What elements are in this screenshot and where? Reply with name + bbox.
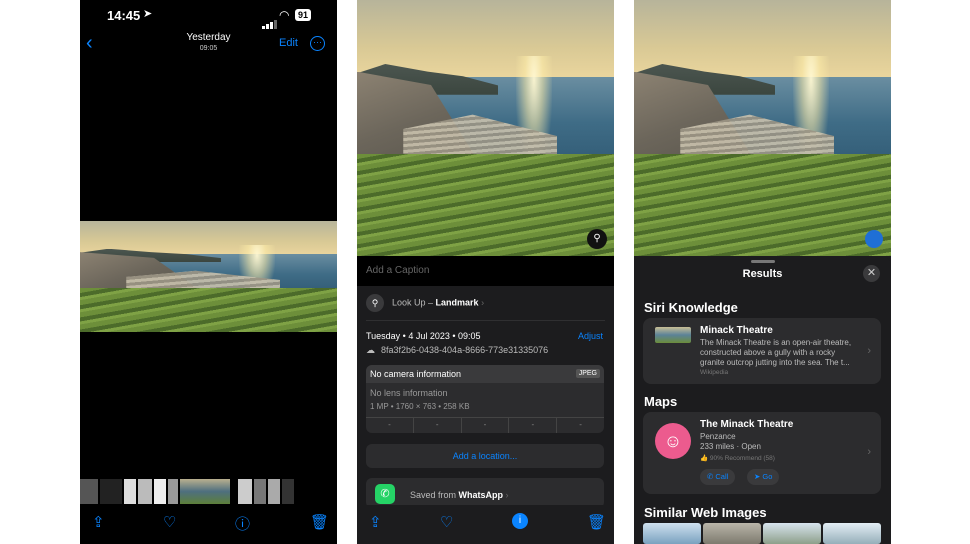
theatre-mask-icon: ☺ [655,423,691,459]
nav-title: Yesterday [80,32,337,43]
cloud-icon: ☁ [366,345,375,355]
go-button[interactable]: ➤ Go [747,469,779,485]
maps-card-recommend: 👍 90% Recommend (58) [700,454,775,462]
web-image[interactable] [703,523,761,544]
result-thumbnail [655,327,691,343]
exif-value: - [462,418,510,433]
camera-info-header: No camera information JPEG [366,365,604,383]
bottom-toolbar: ⇪ ♡ ⓘ 🗑 [80,505,337,541]
more-icon[interactable]: ··· [310,36,325,51]
edit-button[interactable]: Edit [279,37,298,49]
maps-card-place: Penzance [700,432,736,442]
maps-card[interactable]: ☺ The Minack Theatre Penzance 233 miles … [643,412,881,494]
add-location-button[interactable]: Add a location... [366,444,604,468]
info-sparkle-icon[interactable]: i [512,513,528,529]
visual-lookup-panel: Results ✕ Siri Knowledge Minack Theatre … [634,0,891,544]
exif-value: - [557,418,604,433]
lookup-landmark: Landmark [436,297,479,307]
web-image[interactable] [763,523,821,544]
call-button[interactable]: ✆ Call [700,469,735,485]
location-arrow-icon: ➤ [143,7,152,20]
chevron-right-icon: › [867,446,871,458]
siri-card-source: Wikipedia [700,369,728,376]
siri-card-title: Minack Theatre [700,325,773,336]
whatsapp-icon: ✆ [375,484,395,504]
maps-card-distance: 233 miles · Open [700,442,761,452]
info-sparkle-icon[interactable]: ⓘ [235,513,250,534]
siri-knowledge-card[interactable]: Minack Theatre The Minack Theatre is an … [643,318,881,384]
file-name: ☁ 8fa3f2b6-0438-404a-8666-773e31335076 [366,345,548,356]
main-photo[interactable] [80,221,337,332]
recommend-text: 90% Recommend (58) [710,455,775,462]
lookup-marker[interactable] [865,230,883,248]
lens-info: No lens information [366,383,604,398]
web-images-strip[interactable] [643,523,881,544]
saved-from-row[interactable]: ✆ Saved from WhatsApp › [366,478,604,508]
exif-value: - [509,418,557,433]
photo-date: Tuesday • 4 Jul 2023 • 09:05 [366,331,481,341]
trash-icon[interactable]: 🗑 [310,513,329,531]
siri-knowledge-heading: Siri Knowledge [644,300,738,315]
divider [366,320,605,321]
siri-card-description: The Minack Theatre is an open-air theatr… [700,338,860,368]
battery-icon: 91 [295,9,311,21]
image-meta: 1 MP • 1760 × 763 • 258 KB [366,398,604,411]
exif-row: - - - - - [366,417,604,433]
share-icon[interactable]: ⇪ [369,513,382,531]
web-image[interactable] [823,523,881,544]
saved-prefix: Saved from [410,490,459,500]
close-icon[interactable]: ✕ [863,265,880,282]
status-bar: 14:45 ➤ ◠ 91 [80,0,337,30]
status-time: 14:45 [107,8,140,23]
exif-value: - [414,418,462,433]
caption-placeholder: Add a Caption [366,265,429,276]
bottom-toolbar: ⇪ ♡ i 🗑 [357,505,614,541]
file-name-text: 8fa3f2b6-0438-404a-8666-773e31335076 [381,345,548,355]
heart-icon[interactable]: ♡ [440,513,453,531]
photo-viewer-panel: 14:45 ➤ ◠ 91 ‹ Yesterday 09:05 Edit ··· … [80,0,337,544]
camera-info-card: No camera information JPEG No lens infor… [366,365,604,433]
lookup-prefix: Look Up – [392,297,436,307]
caption-field[interactable]: Add a Caption [357,256,614,286]
sheet-grabber[interactable] [751,260,775,263]
maps-card-title: The Minack Theatre [700,419,793,430]
nav-bar: ‹ Yesterday 09:05 Edit ··· [80,30,337,58]
signal-icon [262,11,278,29]
nav-subtitle: 09:05 [80,45,337,52]
exif-value: - [366,418,414,433]
photo-info-panel: ⚲ Add a Caption ⚲Look Up – Landmark › Tu… [357,0,614,544]
visual-lookup-icon: ⚲ [366,294,384,312]
thumbnail-strip[interactable] [80,479,337,504]
maps-heading: Maps [644,394,677,409]
thumbs-up-icon: 👍 [700,455,710,462]
trash-icon[interactable]: 🗑 [587,513,606,531]
chevron-right-icon: › [867,345,871,357]
photo-preview[interactable] [634,0,891,256]
heart-icon[interactable]: ♡ [163,513,176,531]
sheet-title: Results [634,268,891,280]
visual-lookup-icon[interactable]: ⚲ [587,229,607,249]
go-label: Go [762,472,772,481]
photo-preview[interactable] [357,0,614,256]
call-label: Call [715,472,728,481]
similar-web-images-heading: Similar Web Images [644,505,767,520]
look-up-row[interactable]: ⚲Look Up – Landmark › [366,294,484,314]
share-icon[interactable]: ⇪ [92,513,105,531]
format-badge: JPEG [576,369,600,378]
camera-info-text: No camera information [370,369,461,379]
wifi-icon: ◠ [279,8,289,22]
web-image[interactable] [643,523,701,544]
adjust-button[interactable]: Adjust [578,331,603,341]
saved-app: WhatsApp [459,490,504,500]
